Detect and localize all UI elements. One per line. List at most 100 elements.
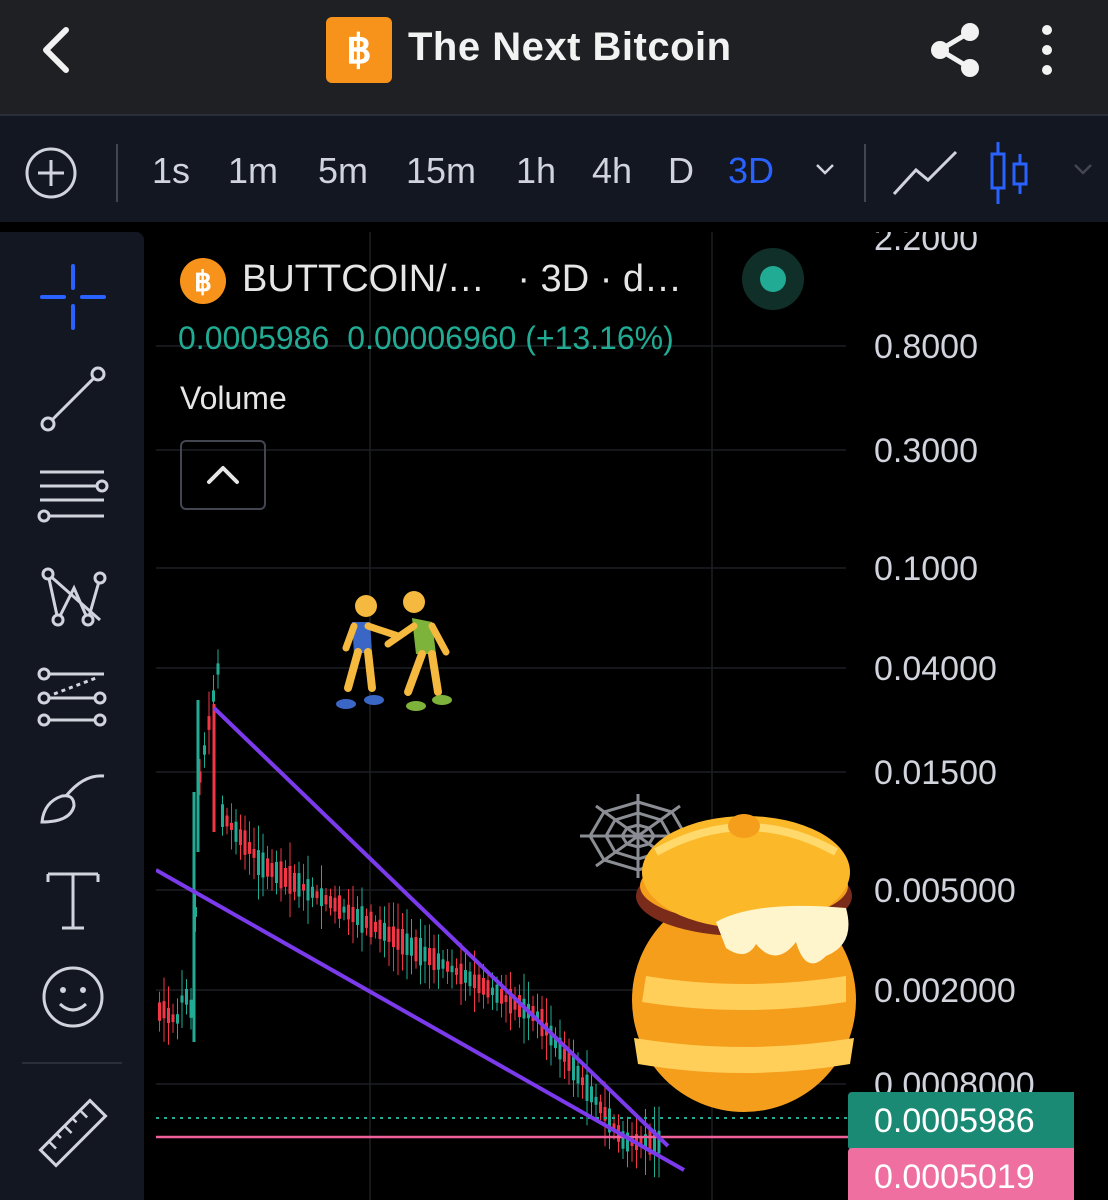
candle-body [459,963,463,985]
line-chart-icon[interactable] [892,146,958,198]
candle-body [320,888,323,907]
emoji-icon[interactable] [34,958,112,1036]
candle-body [338,895,341,919]
candle-body [203,745,206,755]
y-axis-label: 0.002000 [874,972,1016,1010]
interval-1s[interactable]: 1s [152,150,190,192]
honey-pot-sticker [632,814,856,1112]
candle-body [446,961,449,972]
candle-body [567,1052,571,1071]
symbol-name: BUTTCOIN/… [242,258,485,300]
candle-body [248,842,251,854]
candle-body [450,965,454,973]
page-title: The Next Bitcoin [408,25,732,69]
interval-toolbar: 1s 1m 5m 15m 1h 4h D 3D [0,114,1108,222]
candle-body [261,852,265,878]
y-axis-label: 2.2000 [874,232,978,258]
market-status-indicator[interactable] [742,248,804,310]
y-axis-label: 0.01500 [874,754,997,792]
chart-type-chevron-down-icon[interactable] [1070,156,1096,182]
interval-d[interactable]: D [668,150,694,192]
candle-body [306,879,310,901]
horizontal-lines-icon[interactable] [34,460,112,538]
candle-body [414,937,418,962]
candle-body [491,987,494,995]
trend-line-icon[interactable] [34,360,112,438]
candle-body [369,911,373,938]
candle-body [180,995,184,1003]
candle-body [419,937,422,966]
line-price-tag: 0.0005019 [848,1148,1074,1200]
candle-body [410,937,413,956]
candle-body [590,1086,593,1103]
legend-price: 0.0005986 [178,320,330,356]
candle-body [257,850,260,875]
candle-body [365,916,368,928]
candle-body [500,988,503,1004]
wrestlers-sticker [336,591,452,711]
more-menu-icon[interactable] [1030,22,1064,78]
brush-icon[interactable] [34,762,112,840]
tool-divider [22,1062,122,1064]
candle-body [185,988,188,1005]
y-axis-label: 0.005000 [874,872,1016,910]
interval-15m[interactable]: 15m [406,150,476,192]
pattern-icon[interactable] [34,558,112,636]
crosshair-icon[interactable] [34,258,112,336]
text-icon[interactable] [34,862,112,940]
candle-body [207,716,211,730]
interval-1h[interactable]: 1h [516,150,556,192]
candle-body [212,690,215,702]
share-icon[interactable] [926,20,986,80]
interval-chevron-down-icon[interactable] [812,156,838,182]
chart-canvas[interactable] [156,232,1108,1200]
add-indicator-icon[interactable] [24,146,78,200]
ruler-icon[interactable] [34,1094,112,1172]
market-status-dot [760,266,786,292]
price-chart[interactable]: 2.2000 0.8000 0.3000 0.1000 0.04000 0.01… [156,232,1108,1200]
candle-body [572,1056,575,1081]
y-axis-label: 0.8000 [874,328,978,366]
candle-body [311,886,314,898]
candle-body [288,865,292,894]
interval-5m[interactable]: 5m [318,150,368,192]
legend-change: 0.00006960 (+13.16%) [347,320,674,356]
candle-body [275,861,278,883]
candle-body [374,921,377,932]
candle-body [405,933,409,955]
interval-1m[interactable]: 1m [228,150,278,192]
candle-body [225,815,229,827]
trendline-lower [156,868,685,1172]
symbol-title[interactable]: BUTTCOIN/… · 3D · d… [242,258,682,301]
candle-body [396,928,400,950]
candlestick-chart-icon[interactable] [988,140,1032,206]
candle-body [432,948,436,971]
candle-body [158,1002,161,1021]
volume-indicator-label[interactable]: Volume [180,380,287,417]
prediction-icon[interactable] [34,660,112,738]
candle-body [167,1008,170,1024]
candle-body [329,896,332,909]
candle-body [162,1001,166,1019]
candle-body [423,946,427,962]
candle-body [221,804,224,827]
candle-body [302,884,305,891]
back-arrow-icon[interactable] [30,22,86,78]
interval-4h[interactable]: 4h [592,150,632,192]
candle-body [392,926,395,948]
candle-body [243,830,247,855]
toolbar-divider [116,144,118,202]
candle-body [599,1101,602,1114]
candle-body [576,1065,580,1084]
candle-body [356,909,359,925]
candle-body [315,891,319,899]
candle-body [401,929,404,955]
coin-glyph: ฿ [194,265,212,297]
coin-icon: ฿ [180,258,226,304]
interval-3d[interactable]: 3D [728,150,774,192]
candle-body [486,980,490,998]
drawing-toolbar [0,232,144,1200]
candle-body [378,919,382,939]
collapse-legend-button[interactable] [180,440,266,510]
candle-body [585,1074,589,1101]
